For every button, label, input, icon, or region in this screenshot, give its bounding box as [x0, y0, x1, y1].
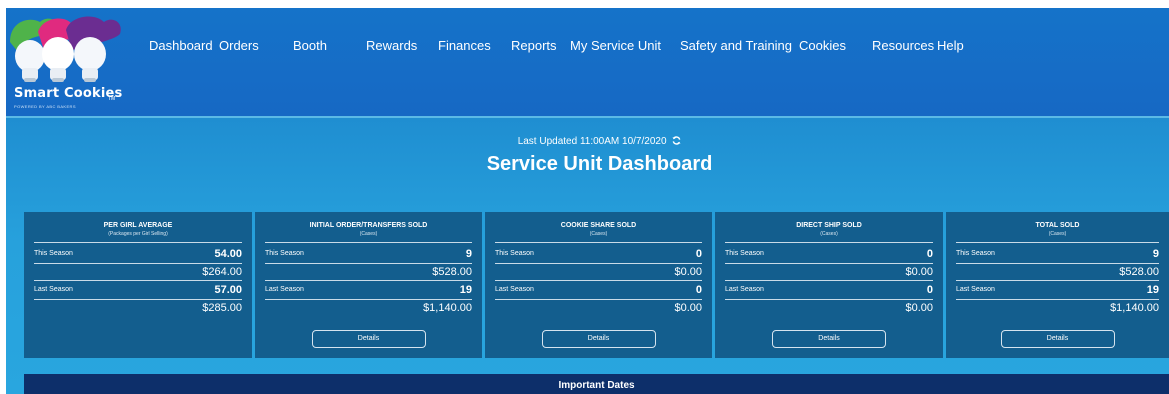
divider: [495, 263, 702, 264]
card-title: COOKIE SHARE SOLD: [560, 222, 637, 229]
nav-my-service-unit[interactable]: My Service Unit: [570, 38, 661, 53]
smart-cookies-logo[interactable]: Smart Cookies TM POWERED BY ABC BAKERS: [8, 12, 126, 112]
divider: [956, 263, 1159, 264]
this-season-amount: $528.00: [432, 266, 472, 278]
last-season-label: Last Season: [495, 286, 534, 293]
last-updated: Last Updated 11:00AM 10/7/2020: [6, 136, 1169, 147]
card-direct-ship: DIRECT SHIP SOLD (Cases) This Season 0 $…: [715, 212, 943, 358]
important-dates-header[interactable]: Important Dates: [24, 374, 1169, 394]
this-season-value: 0: [926, 248, 933, 260]
last-season-value: 0: [926, 284, 933, 296]
card-title: TOTAL SOLD: [1035, 222, 1080, 229]
card-title: PER GIRL AVERAGE: [103, 222, 173, 229]
nav-rewards[interactable]: Rewards: [366, 38, 417, 53]
this-season-value: 54.00: [214, 248, 242, 260]
last-season-label: Last Season: [956, 286, 995, 293]
nav-booth[interactable]: Booth: [293, 38, 327, 53]
this-season-label: This Season: [265, 250, 304, 257]
last-season-amount: $285.00: [202, 302, 242, 314]
last-season-amount: $1,140.00: [423, 302, 472, 314]
card-total-sold: TOTAL SOLD (Cases) This Season 9 $528.00…: [946, 212, 1169, 358]
details-button[interactable]: Details: [1000, 330, 1115, 348]
card-subtitle: (Cases): [1048, 231, 1067, 237]
divider: [956, 242, 1159, 243]
divider: [34, 280, 242, 281]
refresh-icon[interactable]: [672, 136, 681, 145]
nav-finances[interactable]: Finances: [438, 38, 491, 53]
last-season-value: 19: [459, 284, 472, 296]
this-season-amount: $0.00: [905, 266, 933, 278]
nav-dashboard[interactable]: Dashboard: [149, 38, 213, 53]
nav-orders[interactable]: Orders: [219, 38, 259, 53]
divider: [34, 299, 242, 300]
last-updated-text: Last Updated 11:00AM 10/7/2020: [517, 136, 667, 147]
divider: [265, 299, 472, 300]
divider: [495, 280, 702, 281]
page-title: Service Unit Dashboard: [486, 153, 713, 175]
divider: [956, 280, 1159, 281]
card-subtitle: (Cases): [359, 231, 378, 237]
details-button[interactable]: Details: [541, 330, 656, 348]
logo-tagline: POWERED BY ABC BAKERS: [14, 104, 76, 109]
card-title: INITIAL ORDER/TRANSFERS SOLD: [309, 222, 428, 229]
last-season-value: 57.00: [214, 284, 242, 296]
divider: [956, 299, 1159, 300]
divider: [725, 263, 933, 264]
nav-resources[interactable]: Resources: [872, 38, 934, 53]
this-season-amount: $0.00: [674, 266, 702, 278]
details-button[interactable]: Details: [772, 330, 886, 348]
last-season-amount: $1,140.00: [1110, 302, 1159, 314]
divider: [34, 263, 242, 264]
card-subtitle: (Cases): [820, 231, 838, 237]
last-season-value: 19: [1146, 284, 1159, 296]
card-subtitle: (Cases): [589, 231, 608, 237]
app-frame: Smart Cookies TM POWERED BY ABC BAKERS D…: [0, 0, 1169, 394]
last-season-label: Last Season: [265, 286, 304, 293]
last-season-amount: $0.00: [674, 302, 702, 314]
this-season-label: This Season: [956, 250, 995, 257]
this-season-label: This Season: [725, 250, 764, 257]
nav-safety-and-training[interactable]: Safety and Training: [680, 38, 792, 53]
divider: [725, 299, 933, 300]
top-header: Smart Cookies TM POWERED BY ABC BAKERS D…: [6, 8, 1169, 116]
logo-wordmark: Smart Cookies: [14, 86, 123, 101]
divider: [725, 280, 933, 281]
logo-trademark: TM: [108, 96, 116, 102]
last-season-value: 0: [695, 284, 702, 296]
this-season-value: 0: [695, 248, 702, 260]
last-season-label: Last Season: [725, 286, 764, 293]
this-season-value: 9: [465, 248, 472, 260]
card-per-girl-average: PER GIRL AVERAGE (Packages per Girl Sell…: [24, 212, 252, 358]
nav-help[interactable]: Help: [937, 38, 964, 53]
divider: [265, 263, 472, 264]
divider: [34, 242, 242, 243]
dashboard-band: Last Updated 11:00AM 10/7/2020 Service U…: [6, 116, 1169, 394]
card-subtitle: (Packages per Girl Selling): [108, 231, 168, 237]
divider: [265, 280, 472, 281]
divider: [265, 242, 472, 243]
this-season-label: This Season: [34, 250, 73, 257]
card-cookie-share: COOKIE SHARE SOLD (Cases) This Season 0 …: [485, 212, 712, 358]
divider: [725, 242, 933, 243]
this-season-label: This Season: [495, 250, 534, 257]
nav-reports[interactable]: Reports: [511, 38, 557, 53]
divider: [495, 299, 702, 300]
divider: [495, 242, 702, 243]
details-button[interactable]: Details: [311, 330, 426, 348]
nav-cookies[interactable]: Cookies: [799, 38, 846, 53]
this-season-amount: $528.00: [1119, 266, 1159, 278]
this-season-value: 9: [1152, 248, 1159, 260]
this-season-amount: $264.00: [202, 266, 242, 278]
card-title: DIRECT SHIP SOLD: [796, 222, 862, 229]
last-season-amount: $0.00: [905, 302, 933, 314]
card-initial-order-transfers: INITIAL ORDER/TRANSFERS SOLD (Cases) Thi…: [255, 212, 482, 358]
last-season-label: Last Season: [34, 286, 73, 293]
